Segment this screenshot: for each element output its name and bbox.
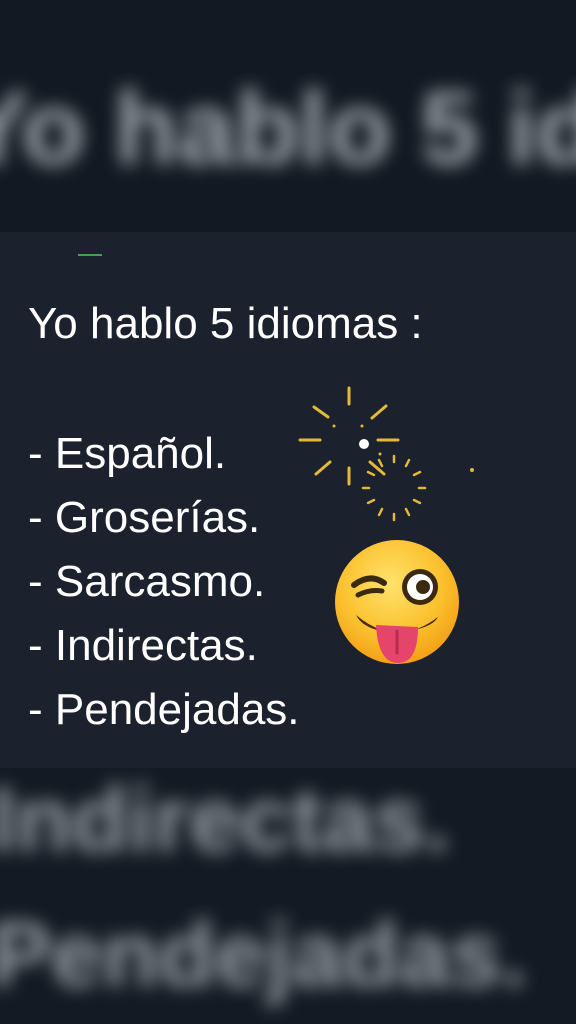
language-list: - Español. - Groserías. - Sarcasmo. - In… <box>28 422 300 742</box>
blurred-background-top: Yo hablo 5 idiomas <box>0 0 576 240</box>
list-item: - Groserías. <box>28 493 261 542</box>
meme-heading: Yo hablo 5 idiomas : <box>28 299 423 348</box>
blurred-text-line: Pendejadas. <box>0 904 527 1006</box>
winking-face-with-tongue-icon <box>335 540 459 664</box>
green-dash-decoration <box>78 254 102 256</box>
sparkle-icon <box>298 386 474 522</box>
blurred-text-line: Indirectas. <box>0 769 451 871</box>
list-item: - Español. <box>28 429 227 478</box>
list-item: - Sarcasmo. <box>28 557 266 606</box>
list-item: - Pendejadas. <box>28 685 300 734</box>
blurred-background-bottom: Indirectas. Pendejadas. <box>0 768 576 1024</box>
meme-card: Yo hablo 5 idiomas : - Español. - Groser… <box>0 232 576 768</box>
list-item: - Indirectas. <box>28 621 258 670</box>
blurred-heading-text: Yo hablo 5 idiomas <box>0 71 576 187</box>
